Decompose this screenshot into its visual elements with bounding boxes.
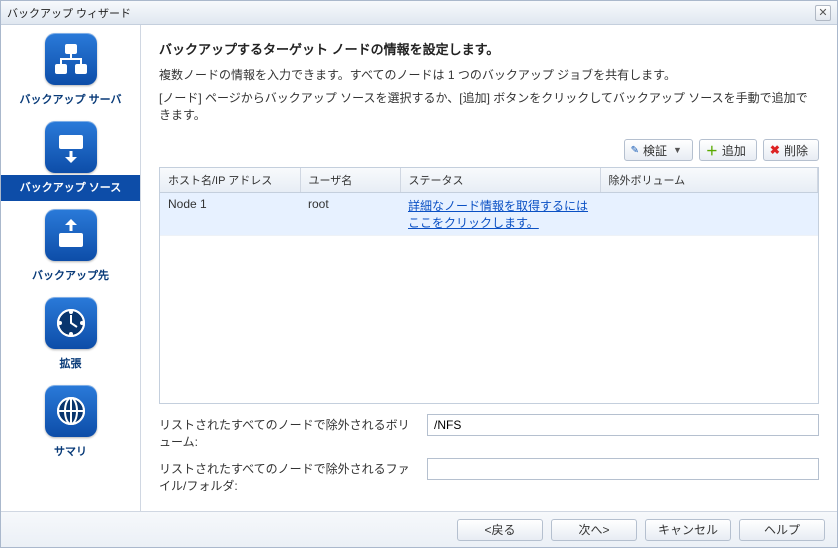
col-excluded[interactable]: 除外ボリューム	[600, 168, 818, 193]
delete-icon: ✖	[770, 143, 780, 157]
drive-up-icon	[45, 209, 97, 261]
col-host[interactable]: ホスト名/IP アドレス	[160, 168, 300, 193]
sidebar-item-backup-dest[interactable]: バックアップ先	[1, 205, 140, 289]
sidebar-item-summary[interactable]: サマリ	[1, 381, 140, 465]
cell-status: 詳細なノード情報を取得するにはここをクリックします。	[400, 193, 600, 236]
excluded-volume-label: リストされたすべてのノードで除外されるボリューム:	[159, 414, 419, 451]
wand-icon: ✎	[631, 145, 639, 156]
cancel-button[interactable]: キャンセル	[645, 519, 731, 541]
sidebar-item-label: バックアップ サーバ	[1, 87, 140, 113]
excluded-files-row: リストされたすべてのノードで除外されるファイル/フォルダ:	[159, 458, 819, 495]
close-icon: ✕	[818, 6, 827, 19]
sidebar-item-label: バックアップ ソース	[1, 175, 140, 201]
excluded-files-label: リストされたすべてのノードで除外されるファイル/フォルダ:	[159, 458, 419, 495]
verify-button[interactable]: ✎ 検証 ▼	[624, 139, 693, 161]
excluded-volume-row: リストされたすべてのノードで除外されるボリューム:	[159, 414, 819, 451]
window-title: バックアップ ウィザード	[7, 5, 815, 21]
sidebar-item-label: 拡張	[1, 351, 140, 377]
verify-label: 検証	[643, 142, 667, 159]
sidebar-item-backup-source[interactable]: バックアップ ソース	[1, 117, 140, 201]
wizard-window: バックアップ ウィザード ✕ バックアップ サーバ	[0, 0, 838, 548]
next-button[interactable]: 次へ>	[551, 519, 637, 541]
back-button[interactable]: <戻る	[457, 519, 543, 541]
cell-user: root	[300, 193, 400, 236]
table-row[interactable]: Node 1 root 詳細なノード情報を取得するにはここをクリックします。	[160, 193, 818, 236]
wizard-footer: <戻る 次へ> キャンセル ヘルプ	[1, 511, 837, 547]
cell-host: Node 1	[160, 193, 300, 236]
get-node-info-link[interactable]: 詳細なノード情報を取得するにはここをクリックします。	[408, 199, 588, 230]
exclude-form: リストされたすべてのノードで除外されるボリューム: リストされたすべてのノードで…	[159, 414, 819, 503]
sidebar-item-label: バックアップ先	[1, 263, 140, 289]
wizard-sidebar: バックアップ サーバ バックアップ ソース	[1, 25, 141, 511]
body: バックアップ サーバ バックアップ ソース	[1, 25, 837, 511]
add-icon: ＋	[706, 142, 718, 159]
col-status[interactable]: ステータス	[400, 168, 600, 193]
close-button[interactable]: ✕	[815, 5, 831, 21]
page-subtitle-1: 複数ノードの情報を入力できます。すべてのノードは 1 つのバックアップ ジョブを…	[159, 66, 819, 83]
globe-icon	[45, 385, 97, 437]
nodes-table-wrap: ホスト名/IP アドレス ユーザ名 ステータス 除外ボリューム Node 1 r…	[159, 167, 819, 404]
col-user[interactable]: ユーザ名	[300, 168, 400, 193]
page-title: バックアップするターゲット ノードの情報を設定します。	[159, 39, 819, 58]
excluded-volume-input[interactable]	[427, 414, 819, 436]
drive-down-icon	[45, 121, 97, 173]
page-subtitle-2: [ノード] ページからバックアップ ソースを選択するか、[追加] ボタンをクリッ…	[159, 89, 819, 123]
clock-icon	[45, 297, 97, 349]
delete-label: 削除	[784, 142, 808, 159]
network-icon	[45, 33, 97, 85]
add-button[interactable]: ＋ 追加	[699, 139, 757, 161]
excluded-files-input[interactable]	[427, 458, 819, 480]
add-label: 追加	[722, 142, 746, 159]
chevron-down-icon: ▼	[673, 145, 682, 155]
sidebar-item-backup-server[interactable]: バックアップ サーバ	[1, 29, 140, 113]
cell-excluded	[600, 193, 818, 236]
titlebar: バックアップ ウィザード ✕	[1, 1, 837, 25]
help-button[interactable]: ヘルプ	[739, 519, 825, 541]
table-toolbar: ✎ 検証 ▼ ＋ 追加 ✖ 削除	[159, 139, 819, 161]
sidebar-item-advanced[interactable]: 拡張	[1, 293, 140, 377]
sidebar-item-label: サマリ	[1, 439, 140, 465]
main-panel: バックアップするターゲット ノードの情報を設定します。 複数ノードの情報を入力で…	[141, 25, 837, 511]
delete-button[interactable]: ✖ 削除	[763, 139, 819, 161]
nodes-table: ホスト名/IP アドレス ユーザ名 ステータス 除外ボリューム Node 1 r…	[160, 168, 818, 236]
